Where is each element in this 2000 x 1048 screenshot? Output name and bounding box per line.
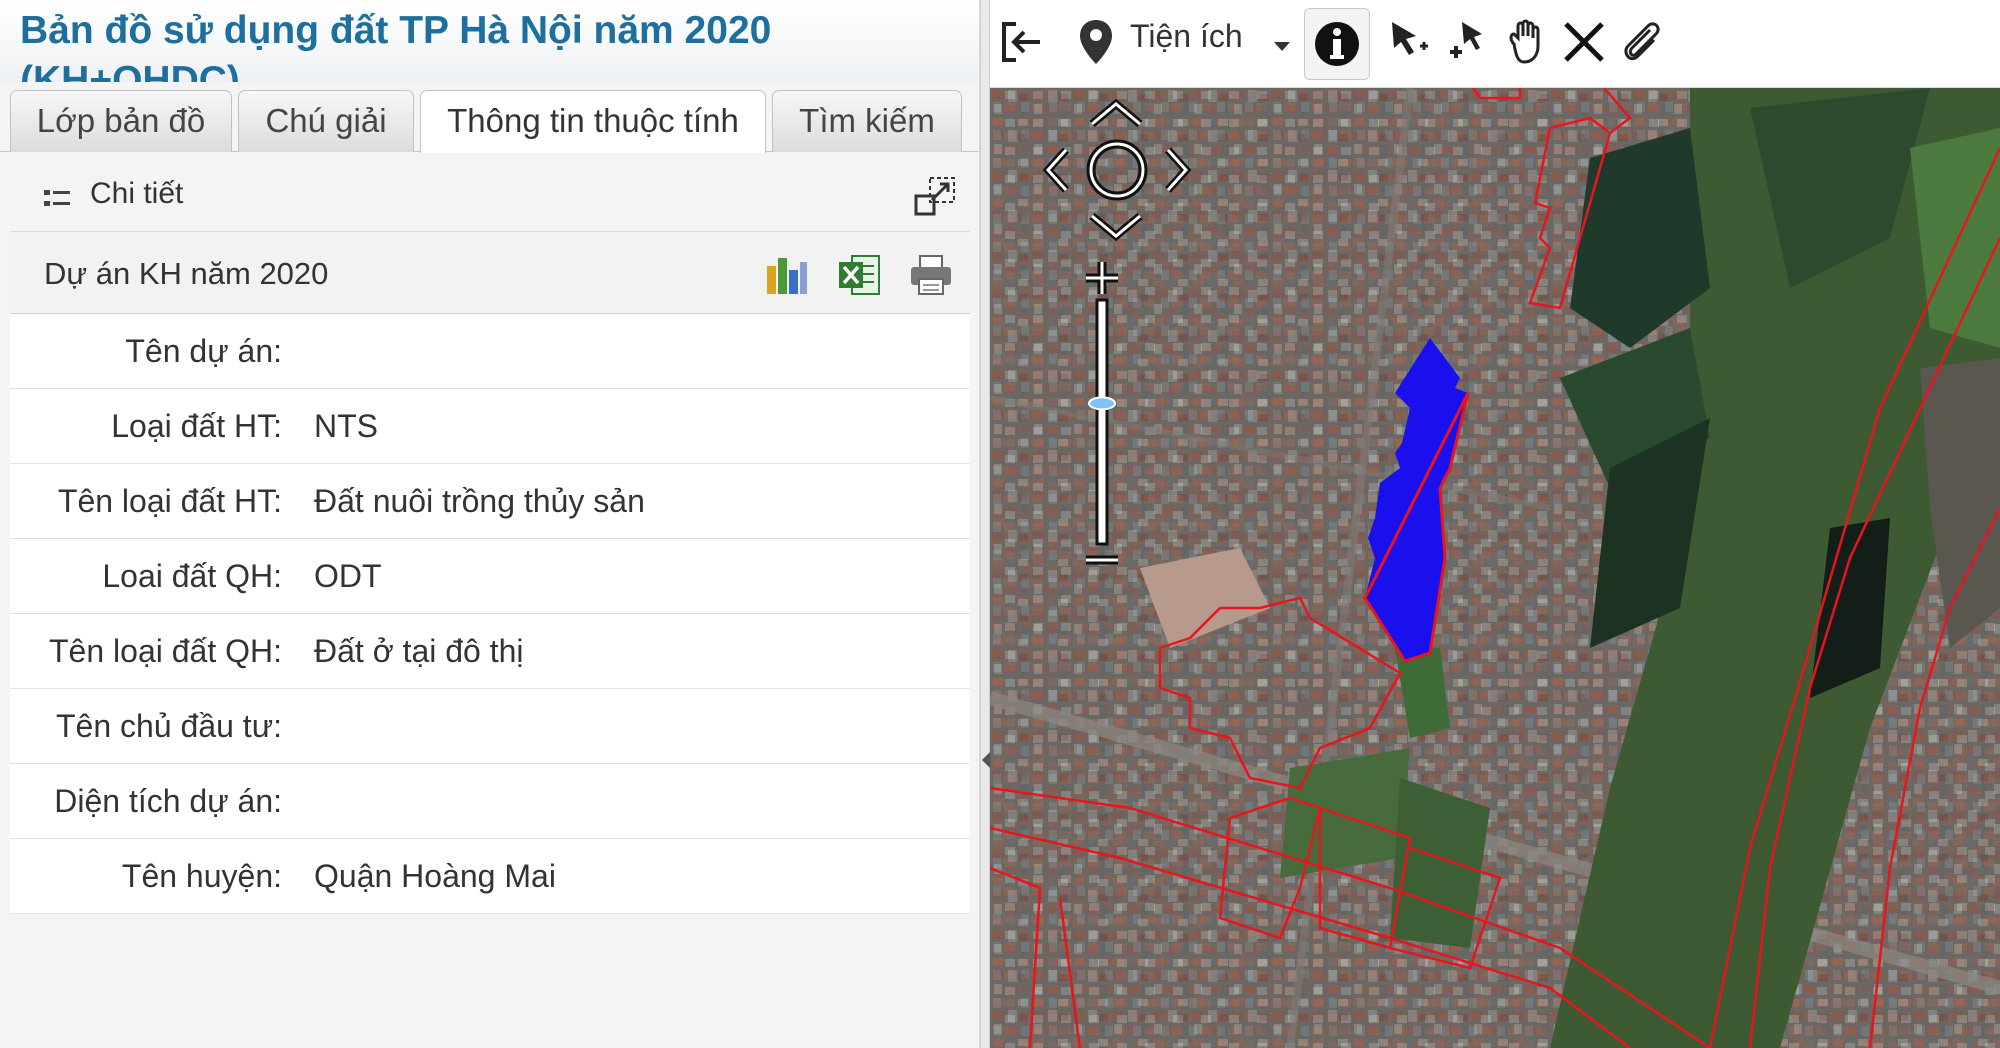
attribute-label: Tên chủ đầu tư: (56, 708, 282, 744)
app-title: Bản đồ sử dụng đất TP Hà Nội năm 2020 (K… (20, 9, 772, 82)
attribute-row: Tên chủ đầu tư: (10, 689, 970, 764)
info-tool-button[interactable] (1304, 8, 1370, 80)
clear-icon[interactable] (1558, 16, 1610, 68)
select-arrow-icon[interactable] (1384, 16, 1436, 68)
attribute-row: Tên loại đất HT: Đất nuôi trồng thủy sản (10, 464, 970, 539)
chevron-down-icon[interactable] (1274, 42, 1290, 51)
pan-hand-icon[interactable] (1500, 16, 1552, 68)
attribute-row: Loại đất HT: NTS (10, 389, 970, 464)
tab-bar: Lớp bản đồ Chú giải Thông tin thuộc tính… (0, 86, 979, 153)
pan-control[interactable] (1042, 94, 1192, 254)
attribute-row: Tên loại đất QH: Đất ở tại đô thị (10, 614, 970, 689)
title-bar: Bản đồ sử dụng đất TP Hà Nội năm 2020 (K… (0, 0, 979, 82)
attribute-row: Tên huyện: Quận Hoàng Mai (10, 839, 970, 914)
panel-splitter[interactable] (980, 0, 990, 1048)
detail-header: Chi tiết (10, 158, 970, 232)
tab-map-layers[interactable]: Lớp bản đồ (10, 90, 232, 152)
attribute-value: ODT (314, 558, 382, 594)
tab-legend[interactable]: Chú giải (238, 90, 414, 152)
attach-icon[interactable] (1616, 16, 1668, 68)
section-title: Dự án KH năm 2020 (44, 256, 329, 291)
attribute-label: Tên loại đất QH: (49, 633, 282, 669)
attribute-label: Diện tích dự án: (54, 783, 282, 819)
info-icon (1315, 22, 1359, 66)
attribute-label: Tên dự án: (125, 333, 282, 369)
location-pin-icon[interactable] (1070, 16, 1122, 68)
list-icon (44, 190, 70, 206)
tab-search[interactable]: Tìm kiếm (772, 90, 962, 152)
expand-icon[interactable] (912, 174, 958, 220)
attribute-row: Diện tích dự án: (10, 764, 970, 839)
detail-title: Chi tiết (90, 177, 184, 210)
attribute-value: Quận Hoàng Mai (314, 858, 556, 894)
attribute-row: Loai đất QH: ODT (10, 539, 970, 614)
utilities-menu[interactable]: Tiện ích (1130, 14, 1243, 58)
attribute-label: Tên huyện: (121, 858, 282, 894)
attribute-table: Tên dự án: Loại đất HT: NTS Tên loại đất… (10, 314, 970, 914)
collapse-arrow-icon[interactable] (982, 752, 990, 768)
section-header: Dự án KH năm 2020 (10, 234, 970, 314)
exit-icon[interactable] (996, 16, 1048, 68)
select-add-icon[interactable] (1442, 16, 1494, 68)
attribute-label: Loai đất QH: (102, 558, 282, 594)
attribute-value: Đất ở tại đô thị (314, 633, 524, 669)
attribute-value: Đất nuôi trồng thủy sản (314, 483, 645, 519)
excel-icon[interactable] (836, 252, 882, 298)
attribute-row: Tên dự án: (10, 314, 970, 389)
attribute-label: Loại đất HT: (111, 408, 282, 444)
zoom-slider-thumb[interactable] (1088, 396, 1116, 411)
tab-attribute-info[interactable]: Thông tin thuộc tính (420, 90, 766, 153)
map-view[interactable] (990, 88, 2000, 1048)
attribute-label: Tên loại đất HT: (57, 483, 282, 519)
zoom-slider[interactable] (1078, 256, 1126, 616)
left-panel: Bản đồ sử dụng đất TP Hà Nội năm 2020 (K… (0, 0, 980, 1048)
map-toolbar: Tiện ích (990, 0, 2000, 88)
chart-icon[interactable] (764, 252, 810, 298)
attribute-value: NTS (314, 408, 378, 444)
print-icon[interactable] (908, 252, 954, 298)
